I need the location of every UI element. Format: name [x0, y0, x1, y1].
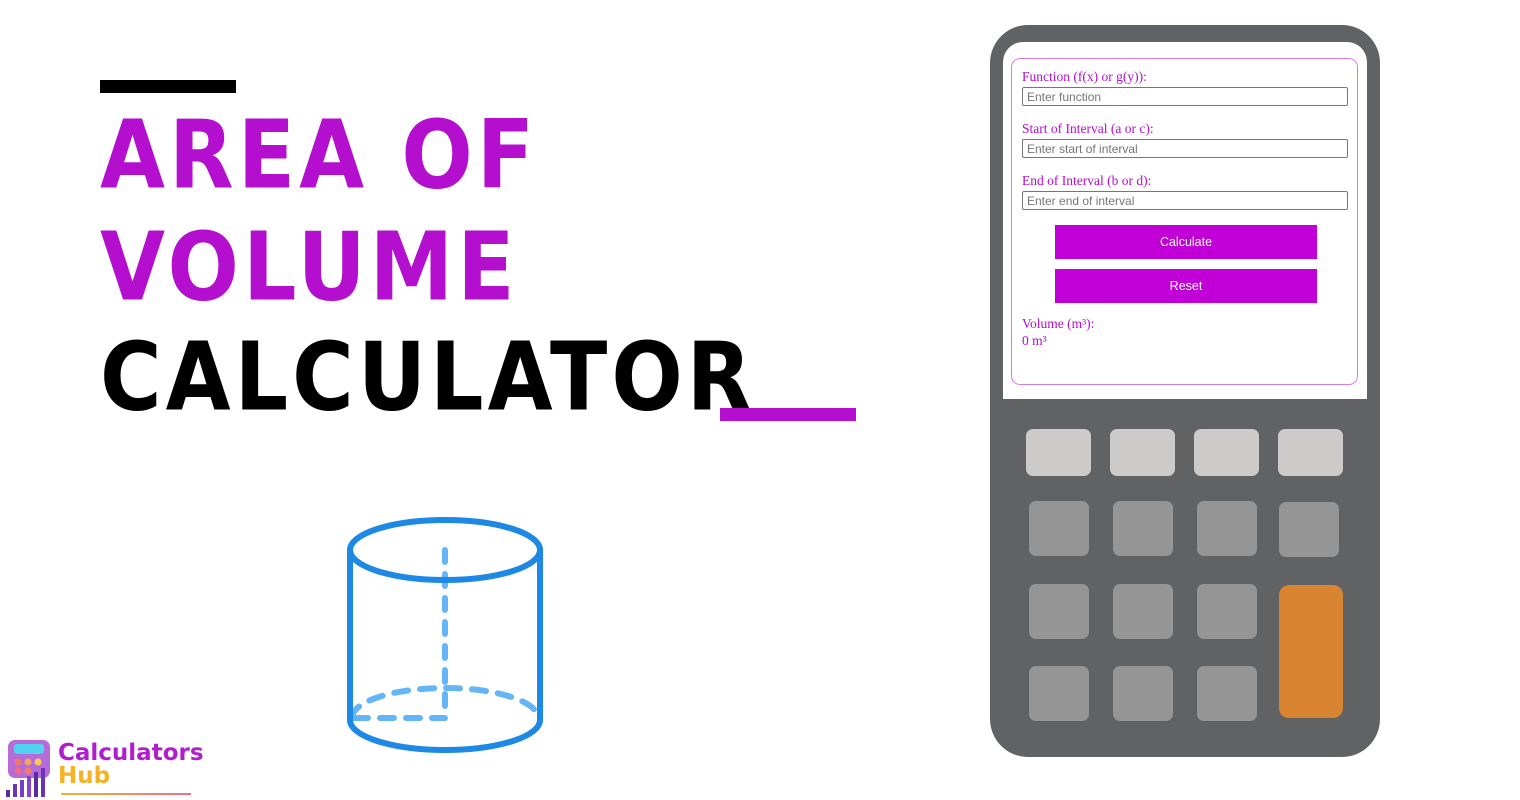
calculator-key [1113, 584, 1173, 639]
calculator-chart-icon [6, 740, 50, 797]
title-line-3: Calculator [100, 322, 756, 432]
volume-result-value: 0 m³ [1022, 333, 1047, 348]
calculator-key [1279, 502, 1339, 557]
start-interval-label: Start of Interval (a or c): [1022, 121, 1154, 136]
cylinder-base-front [347, 717, 543, 753]
calculator-key [1113, 501, 1173, 556]
calculators-hub-logo[interactable]: Calculators Hub [6, 738, 204, 798]
cylinder-icon [347, 517, 543, 753]
logo-underline [61, 793, 191, 795]
calculator-key [1197, 666, 1257, 721]
calculator-key [1113, 666, 1173, 721]
calculator-key [1029, 584, 1089, 639]
title-decoration-bar-bottom [720, 408, 856, 421]
calculator-key [1197, 584, 1257, 639]
start-interval-input[interactable] [1022, 139, 1348, 158]
calculator-key [1278, 429, 1343, 476]
calculate-button[interactable]: Calculate [1055, 225, 1317, 259]
logo-text-hub: Hub [58, 763, 111, 789]
calculator-key [1194, 429, 1259, 476]
volume-calculator-form: Function (f(x) or g(y)): Start of Interv… [1011, 58, 1358, 385]
calculator-key [1029, 666, 1089, 721]
volume-result-label: Volume (m³): [1022, 316, 1095, 331]
function-label: Function (f(x) or g(y)): [1022, 69, 1147, 84]
calculator-key [1026, 429, 1091, 476]
title-decoration-bar-top [100, 80, 236, 93]
title-line-2: Volume [100, 212, 519, 322]
end-interval-label: End of Interval (b or d): [1022, 173, 1152, 188]
calculator-key [1029, 501, 1089, 556]
calculator-key [1197, 501, 1257, 556]
calculator-key [1110, 429, 1175, 476]
calculator-key-equals [1279, 585, 1343, 718]
function-input[interactable] [1022, 87, 1348, 106]
title-line-1: Area of [100, 100, 539, 210]
end-interval-input[interactable] [1022, 191, 1348, 210]
reset-button[interactable]: Reset [1055, 269, 1317, 303]
